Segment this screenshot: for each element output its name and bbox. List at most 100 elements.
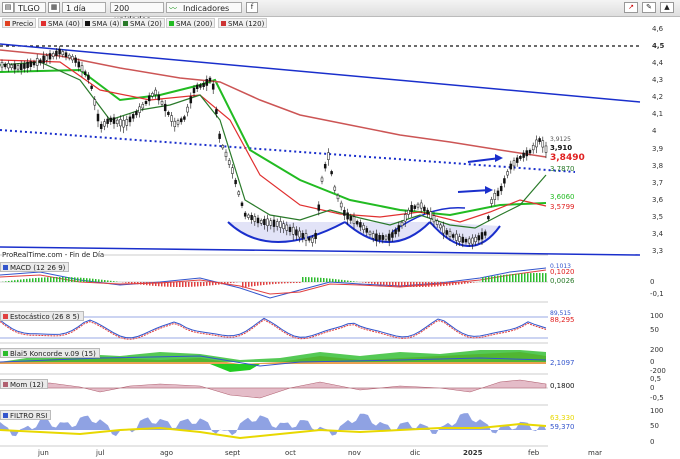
rsi-filter-label[interactable]: FILTRO RSI (0, 410, 52, 420)
candle-body (483, 231, 487, 236)
macd-bar (527, 273, 529, 282)
macd-bar (245, 282, 247, 288)
macd-bar (191, 282, 193, 287)
macd-bar (425, 282, 427, 287)
macd-bar (53, 277, 55, 282)
macd-bar (224, 282, 226, 284)
candle-body (531, 145, 535, 151)
candle-body (343, 209, 346, 216)
macd-bar (98, 279, 100, 282)
macd-bar (107, 280, 109, 282)
macd-bar (59, 277, 61, 282)
candle-body (317, 204, 321, 211)
macd-bar (113, 281, 115, 282)
candle-body (282, 223, 285, 229)
macd-bar (368, 282, 370, 284)
macd-bar (521, 273, 523, 282)
candle-body (259, 220, 263, 224)
candle-body (471, 237, 474, 245)
price-chart[interactable] (0, 0, 680, 459)
macd-bar (389, 282, 391, 286)
candle-body (512, 160, 516, 167)
macd-bar (134, 282, 136, 284)
macd-bar (383, 282, 385, 286)
candle-body (35, 58, 39, 66)
candle-body (29, 61, 33, 67)
candle-body (426, 209, 429, 215)
candle-body (96, 113, 100, 122)
candle-body (416, 203, 420, 208)
candle-body (93, 99, 97, 106)
macd-bar (230, 282, 232, 284)
macd-bar (467, 282, 469, 284)
macd-bar (137, 282, 139, 285)
macd-bar (305, 277, 307, 282)
macd-bar (5, 281, 7, 282)
macd-bar (518, 273, 520, 282)
candle-body (26, 61, 29, 69)
macd-bar (176, 282, 178, 287)
candle-body (522, 152, 525, 158)
macd-bar (542, 273, 544, 282)
macd-bar (395, 282, 397, 287)
macd-bar (281, 282, 283, 284)
macd-bar (407, 282, 409, 287)
candle-body (320, 177, 324, 182)
macd-bar (350, 280, 352, 282)
koncorde-label[interactable]: Blai5 Koncorde v.09 (15) (0, 348, 100, 358)
candle-body (445, 230, 449, 235)
candle-body (240, 202, 244, 206)
candle-body (67, 54, 71, 59)
macd-bar (464, 282, 466, 284)
macd-bar (101, 279, 103, 282)
macd-bar (47, 277, 49, 282)
macd-bar (320, 277, 322, 282)
stochastic-label[interactable]: Estocástico (26 8 5) (0, 311, 84, 321)
candle-body (509, 163, 513, 170)
candle-body (487, 216, 490, 220)
macd-label[interactable]: MACD (12 26 9) (0, 262, 70, 272)
candle-body (506, 171, 509, 176)
candle-body (359, 222, 362, 228)
macd-bar (335, 279, 337, 282)
macd-bar (17, 279, 19, 282)
macd-bar (401, 282, 403, 287)
macd-bar (128, 282, 130, 284)
candle-body (227, 160, 231, 165)
macd-bar (347, 280, 349, 282)
candle-body (515, 157, 519, 163)
candle-body (243, 212, 247, 217)
macd-bar (254, 282, 256, 287)
candle-body (109, 117, 113, 122)
macd-bar (533, 273, 535, 282)
candle-body (266, 218, 269, 226)
candle-body (413, 205, 417, 209)
macd-bar (71, 277, 73, 282)
macd-bar (248, 282, 250, 287)
macd-bar (77, 277, 79, 282)
macd-bar (386, 282, 388, 286)
macd-bar (212, 282, 214, 286)
candle-body (208, 77, 212, 82)
macd-bar (416, 282, 418, 287)
macd-bar (146, 282, 148, 286)
candle-body (451, 234, 455, 238)
candle-body (455, 233, 458, 241)
macd-bar (251, 282, 253, 287)
macd-bar (275, 282, 277, 284)
candle-body (263, 218, 266, 226)
macd-bar (515, 273, 517, 282)
momentum-label[interactable]: Mom (12) (0, 379, 48, 389)
macd-bar (92, 278, 94, 282)
macd-bar (287, 282, 289, 284)
candle-body (304, 233, 308, 241)
candle-body (128, 116, 132, 123)
macd-bar (164, 282, 166, 287)
macd-bar (272, 282, 274, 285)
macd-bar (197, 282, 199, 287)
macd-bar (221, 282, 223, 285)
candle-body (538, 138, 541, 142)
candle-body (368, 231, 372, 235)
candle-body (141, 104, 145, 109)
candle-body (151, 93, 154, 97)
